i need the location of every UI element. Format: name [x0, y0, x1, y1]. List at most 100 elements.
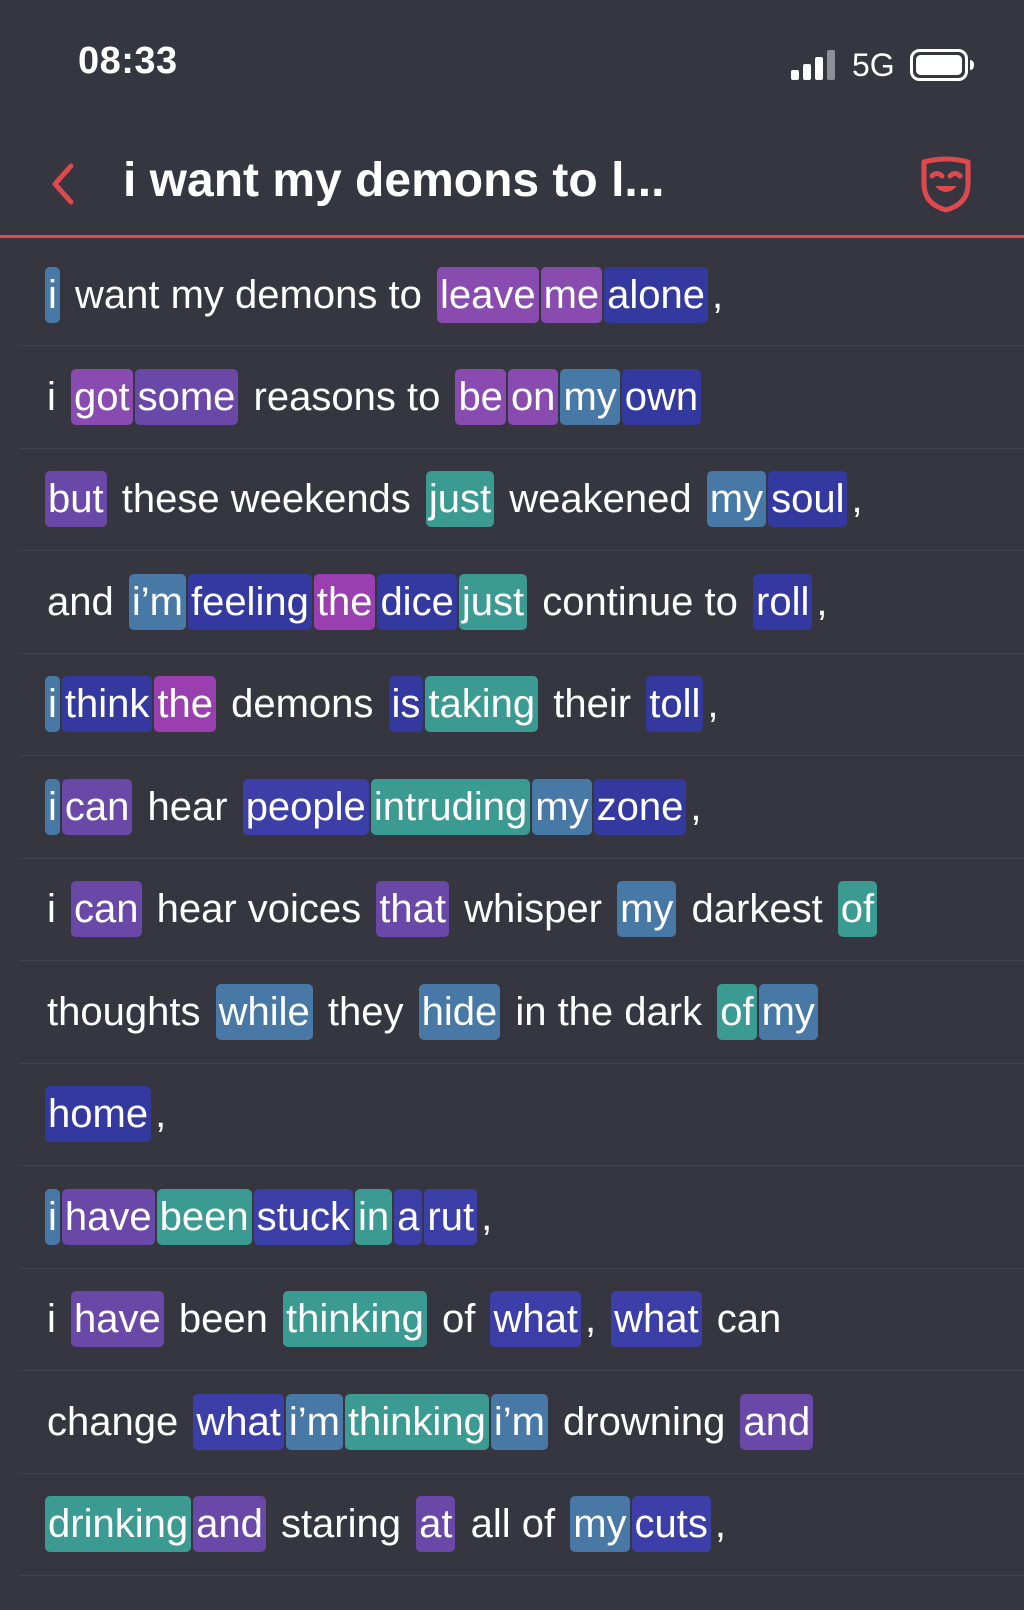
lyric-text: thoughts [47, 989, 212, 1034]
lyric-text: hear voices [145, 887, 373, 932]
lyric-text: , [584, 1297, 608, 1342]
lyric-text: i [47, 1297, 67, 1342]
highlighted-word[interactable]: just [458, 573, 528, 630]
highlighted-word[interactable]: but [45, 471, 107, 528]
highlighted-word[interactable]: intruding [370, 778, 531, 835]
highlighted-word[interactable]: i [45, 1188, 60, 1245]
highlighted-word[interactable]: on [507, 368, 559, 425]
highlighted-word[interactable]: stuck [253, 1188, 353, 1245]
highlighted-word[interactable]: can [61, 778, 133, 835]
lyric-text: , [712, 272, 724, 317]
lyrics-list: i want my demons to leave me alone, i got so… [0, 244, 1024, 1576]
highlighted-word[interactable]: what [490, 1291, 581, 1348]
highlighted-word[interactable]: been [156, 1188, 252, 1245]
highlighted-word[interactable]: zone [593, 778, 687, 835]
highlighted-word[interactable]: alone [604, 266, 709, 323]
theater-mask-icon [921, 156, 971, 213]
highlighted-word[interactable]: think [61, 676, 153, 733]
highlighted-word[interactable]: i [45, 778, 60, 835]
highlighted-word[interactable]: cuts [631, 1496, 711, 1553]
highlighted-word[interactable]: got [71, 368, 133, 425]
lyric-line: and i’m feeling the dice just continue to ro… [20, 551, 1024, 654]
highlighted-word[interactable]: that [376, 881, 449, 938]
lyric-text: weakened [498, 477, 703, 522]
highlighted-word[interactable]: be [455, 368, 506, 425]
lyric-text: been [167, 1297, 279, 1342]
lyric-line: i can hear voices that whisper my darkes… [20, 859, 1024, 961]
highlighted-word[interactable]: i’m [128, 573, 186, 630]
highlighted-word[interactable]: soul [768, 471, 848, 528]
mask-button[interactable] [918, 154, 974, 214]
highlighted-word[interactable]: and [193, 1496, 266, 1553]
highlighted-word[interactable]: i [45, 266, 60, 323]
lyric-text: can [705, 1297, 782, 1342]
highlighted-word[interactable]: a [394, 1188, 423, 1245]
highlighted-word[interactable]: what [193, 1393, 284, 1450]
highlighted-word[interactable]: people [242, 778, 369, 835]
lyric-text: their [542, 682, 643, 727]
highlighted-word[interactable]: have [71, 1291, 164, 1348]
highlighted-word[interactable]: the [313, 573, 376, 630]
network-label: 5G [852, 47, 895, 83]
lyric-line: change what i’m thinking i’m drowning and [20, 1371, 1024, 1474]
highlighted-word[interactable]: hide [418, 983, 501, 1040]
back-button[interactable] [38, 152, 88, 216]
lyric-text: , [690, 784, 702, 829]
highlighted-word[interactable]: own [621, 368, 702, 425]
lyric-text: want my demons to [63, 272, 433, 317]
highlighted-word[interactable]: my [560, 368, 620, 425]
lyric-line: drinking and staring at all of my cuts, [20, 1474, 1024, 1576]
highlighted-word[interactable]: taking [425, 676, 539, 733]
lyric-text: whisper [453, 887, 614, 932]
highlighted-word[interactable]: can [71, 881, 142, 938]
highlighted-word[interactable]: my [570, 1496, 630, 1553]
highlighted-word[interactable]: have [61, 1188, 155, 1245]
lyric-text: , [707, 682, 719, 727]
highlighted-word[interactable]: my [706, 471, 767, 528]
highlighted-word[interactable]: thinking [282, 1291, 427, 1348]
lyric-text: change [47, 1399, 190, 1444]
lyric-line: i have been stuck in a rut, [20, 1166, 1024, 1269]
lyric-text: and [47, 579, 125, 624]
highlighted-word[interactable]: just [425, 471, 495, 528]
lyric-line: home, [20, 1064, 1024, 1166]
highlighted-word[interactable]: at [416, 1496, 456, 1553]
lyric-line: thoughts while they hide in the dark of m… [20, 961, 1024, 1064]
highlighted-word[interactable]: toll [646, 676, 704, 733]
highlighted-word[interactable]: some [134, 368, 239, 425]
highlighted-word[interactable]: thinking [344, 1393, 489, 1450]
highlighted-word[interactable]: while [215, 983, 313, 1040]
lyric-text: , [481, 1194, 493, 1239]
lyric-text: staring [269, 1502, 413, 1547]
highlighted-word[interactable]: rut [424, 1188, 478, 1245]
lyric-line: but these weekends just weakened my soul, [20, 449, 1024, 551]
highlighted-word[interactable]: my [758, 983, 818, 1040]
highlighted-word[interactable]: roll [753, 573, 813, 630]
page-title: i want my demons to l... [123, 154, 665, 207]
highlighted-word[interactable]: the [154, 676, 216, 733]
lyric-text: they [316, 989, 415, 1034]
highlighted-word[interactable]: and [740, 1393, 814, 1450]
highlighted-word[interactable]: i [45, 676, 60, 733]
highlighted-word[interactable]: feeling [187, 573, 312, 630]
highlighted-word[interactable]: my [532, 778, 592, 835]
highlighted-word[interactable]: me [540, 266, 603, 323]
lyric-text: i [47, 374, 67, 419]
signal-icon [791, 50, 835, 80]
highlighted-word[interactable]: i’m [490, 1393, 548, 1450]
highlighted-word[interactable]: what [611, 1291, 702, 1348]
highlighted-word[interactable]: drinking [45, 1496, 192, 1553]
highlighted-word[interactable]: of [837, 881, 878, 938]
highlighted-word[interactable]: in [354, 1188, 393, 1245]
lyric-text: of [430, 1297, 487, 1342]
highlighted-word[interactable]: home [45, 1086, 152, 1143]
highlighted-word[interactable]: of [717, 983, 757, 1040]
header: i want my demons to l... [0, 130, 1024, 238]
highlighted-word[interactable]: i’m [285, 1393, 343, 1450]
highlighted-word[interactable]: my [617, 881, 677, 938]
highlighted-word[interactable]: dice [377, 573, 457, 630]
highlighted-word[interactable]: is [388, 676, 424, 733]
highlighted-word[interactable]: leave [436, 266, 539, 323]
lyric-text: in the dark [504, 989, 714, 1034]
lyric-text: , [714, 1502, 727, 1547]
